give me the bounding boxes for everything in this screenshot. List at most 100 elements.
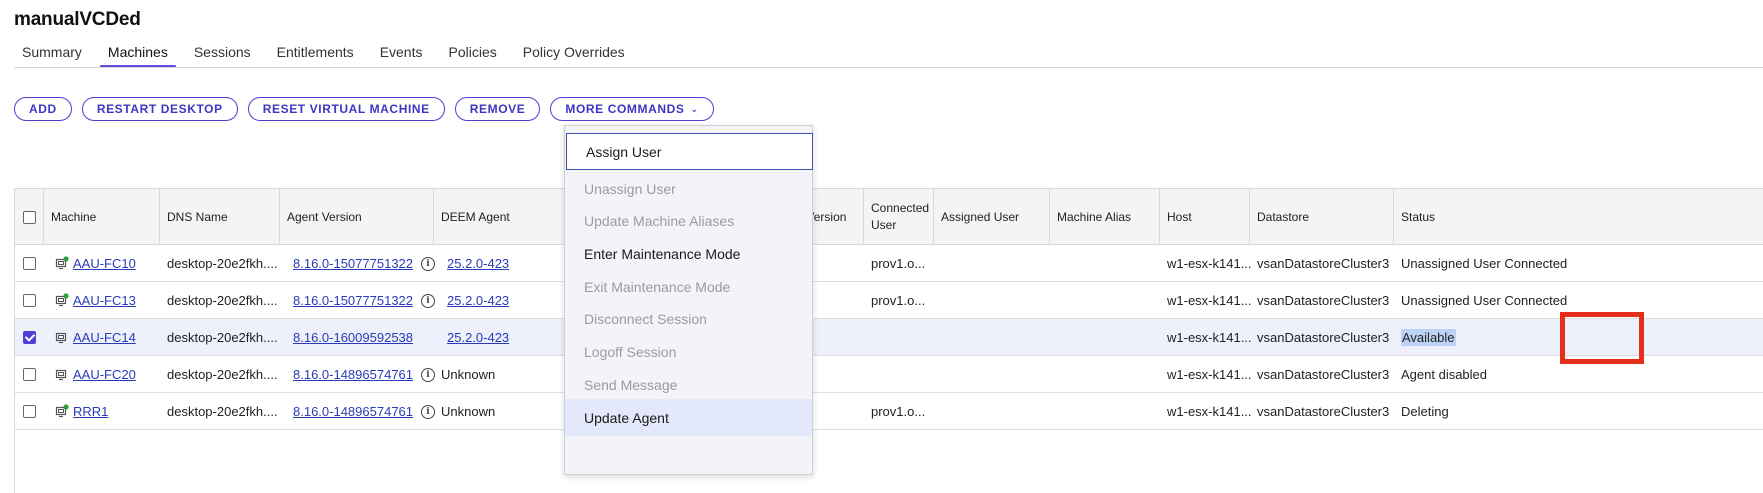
machine-cell: AAU-FC14	[73, 319, 136, 356]
table-row[interactable]: AAU-FC14 desktop-20e2fkh.... 8.16.0-160095…	[15, 319, 1763, 356]
status-cell: Unassigned User Connected	[1401, 245, 1567, 282]
info-icon[interactable]: i	[421, 293, 436, 308]
host-cell: w1-esx-k141...	[1167, 256, 1252, 271]
select-all-checkbox[interactable]	[23, 211, 36, 224]
deem-agent-value[interactable]: 25.2.0-423	[447, 293, 509, 308]
machine-name-link[interactable]: AAU-FC14	[73, 330, 136, 345]
menu-item-enter-maintenance-mode[interactable]: Enter Maintenance Mode	[565, 235, 812, 272]
datastore-cell: vsanDatastoreCluster3	[1257, 256, 1390, 271]
agent-version-cell: 8.16.0-15077751322 i	[293, 282, 436, 319]
agent-version-cell: 8.16.0-15077751322 i	[293, 245, 436, 282]
more-commands-label: MORE COMMANDS	[565, 102, 685, 116]
tab-sessions[interactable]: Sessions	[186, 40, 259, 68]
agent-version-link[interactable]: 8.16.0-14896574761	[293, 367, 413, 382]
tab-bar: Summary Machines Sessions Entitlements Event…	[14, 40, 643, 68]
dns-name-cell: desktop-20e2fkh....	[167, 256, 278, 271]
column-header-host[interactable]: Host	[1159, 189, 1249, 245]
machine-name-link[interactable]: AAU-FC20	[73, 367, 136, 382]
row-checkbox[interactable]	[23, 368, 36, 381]
table-row[interactable]: AAU-FC10 desktop-20e2fkh.... 8.16.0-150777…	[15, 245, 1763, 282]
status-badge: Deleting	[1401, 404, 1449, 419]
dns-name-cell: desktop-20e2fkh....	[167, 330, 278, 345]
column-header-assigned-user[interactable]: Assigned User	[933, 189, 1049, 245]
row-checkbox[interactable]	[23, 405, 36, 418]
tab-machines[interactable]: Machines	[99, 40, 176, 68]
host-cell: w1-esx-k141...	[1167, 404, 1252, 419]
status-highlight-annotation	[1560, 312, 1644, 364]
menu-item-disconnect-session: Disconnect Session	[584, 310, 707, 327]
status-badge: Unassigned User Connected	[1401, 256, 1568, 271]
tab-events[interactable]: Events	[372, 40, 431, 68]
host-cell: w1-esx-k141...	[1167, 293, 1252, 308]
menu-item-logoff-session: Logoff Session	[584, 343, 677, 360]
agent-version-link[interactable]: 8.16.0-14896574761	[293, 404, 413, 419]
status-cell: Available	[1401, 319, 1456, 356]
row-checkbox[interactable]	[23, 331, 36, 344]
info-icon[interactable]: i	[421, 367, 436, 382]
info-icon[interactable]: i	[421, 404, 436, 419]
tab-summary[interactable]: Summary	[14, 40, 90, 68]
table-row[interactable]: RRR1 desktop-20e2fkh.... 8.16.0-1489657476…	[15, 393, 1763, 430]
tab-policy-overrides[interactable]: Policy Overrides	[515, 40, 633, 68]
column-header-dns-name[interactable]: DNS Name	[159, 189, 279, 245]
restart-desktop-button[interactable]: RESTART DESKTOP	[81, 97, 238, 121]
status-badge: Agent disabled	[1401, 367, 1488, 382]
column-header-status[interactable]: Status	[1393, 189, 1593, 245]
connected-user-cell: prov1.o...	[871, 256, 926, 271]
row-checkbox[interactable]	[23, 294, 36, 307]
virtual-machine-icon	[55, 404, 69, 418]
machine-name-link[interactable]: AAU-FC13	[73, 293, 136, 308]
agent-version-link[interactable]: 8.16.0-15077751322	[293, 256, 413, 271]
deem-agent-value: Unknown	[441, 404, 496, 419]
deem-agent-value[interactable]: 25.2.0-423	[447, 330, 509, 345]
page-title: manualVCDed	[14, 9, 141, 30]
dns-name-cell: desktop-20e2fkh....	[167, 293, 278, 308]
status-cell: Agent disabled	[1401, 356, 1487, 393]
connected-user-cell: prov1.o...	[871, 293, 926, 308]
table-row[interactable]: AAU-FC13 desktop-20e2fkh.... 8.16.0-150777…	[15, 282, 1763, 319]
deem-agent-cell: 25.2.0-423	[447, 319, 509, 356]
datastore-cell: vsanDatastoreCluster3	[1257, 293, 1390, 308]
row-checkbox[interactable]	[23, 257, 36, 270]
machine-name-link[interactable]: RRR1	[73, 404, 108, 419]
status-badge: Available	[1401, 329, 1456, 346]
add-button[interactable]: ADD	[14, 97, 72, 121]
connected-user-cell: prov1.o...	[871, 404, 926, 419]
machine-cell: AAU-FC13	[73, 282, 136, 319]
column-header-datastore[interactable]: Datastore	[1249, 189, 1393, 245]
status-cell: Unassigned User Connected	[1401, 282, 1567, 319]
reset-virtual-machine-button[interactable]: RESET VIRTUAL MACHINE	[247, 97, 445, 121]
deem-agent-cell: Unknown	[441, 356, 495, 393]
machines-table: MachineDNS NameAgent VersionDEEM Agentp …	[14, 188, 1763, 493]
menu-item-assign-user[interactable]: Assign User	[566, 133, 813, 170]
remove-button[interactable]: REMOVE	[454, 97, 541, 121]
machine-name-link[interactable]: AAU-FC10	[73, 256, 136, 271]
deem-agent-value[interactable]: 25.2.0-423	[447, 256, 509, 271]
column-header-connected-user[interactable]: Connected User	[863, 189, 933, 245]
column-header-machine-alias[interactable]: Machine Alias	[1049, 189, 1159, 245]
column-header-agent-version[interactable]: Agent Version	[279, 189, 433, 245]
more-commands-button[interactable]: MORE COMMANDS ⌄	[550, 97, 714, 121]
status-cell: Deleting	[1401, 393, 1449, 430]
menu-item-update-agent[interactable]: Update Agent	[565, 399, 812, 436]
machine-cell: AAU-FC20	[73, 356, 136, 393]
table-row[interactable]: AAU-FC20 desktop-20e2fkh.... 8.16.0-148965…	[15, 356, 1763, 393]
agent-version-link[interactable]: 8.16.0-15077751322	[293, 293, 413, 308]
dns-name-cell: desktop-20e2fkh....	[167, 367, 278, 382]
agent-version-cell: 8.16.0-16009592538	[293, 319, 413, 356]
column-header-machine[interactable]: Machine	[43, 189, 159, 245]
datastore-cell: vsanDatastoreCluster3	[1257, 330, 1390, 345]
tab-entitlements[interactable]: Entitlements	[269, 40, 362, 68]
info-icon[interactable]: i	[421, 256, 436, 271]
table-header: MachineDNS NameAgent VersionDEEM Agentp …	[15, 189, 1763, 245]
tab-policies[interactable]: Policies	[441, 40, 505, 68]
agent-version-cell: 8.16.0-14896574761 i	[293, 393, 436, 430]
agent-version-link[interactable]: 8.16.0-16009592538	[293, 330, 413, 345]
tabs-divider	[14, 67, 1763, 68]
virtual-machine-icon	[55, 367, 69, 381]
virtual-machine-icon	[55, 330, 69, 344]
chevron-down-icon: ⌄	[690, 103, 699, 114]
menu-item-send-message: Send Message	[584, 376, 678, 393]
deem-agent-value: Unknown	[441, 367, 496, 382]
virtual-machine-icon	[55, 256, 69, 270]
